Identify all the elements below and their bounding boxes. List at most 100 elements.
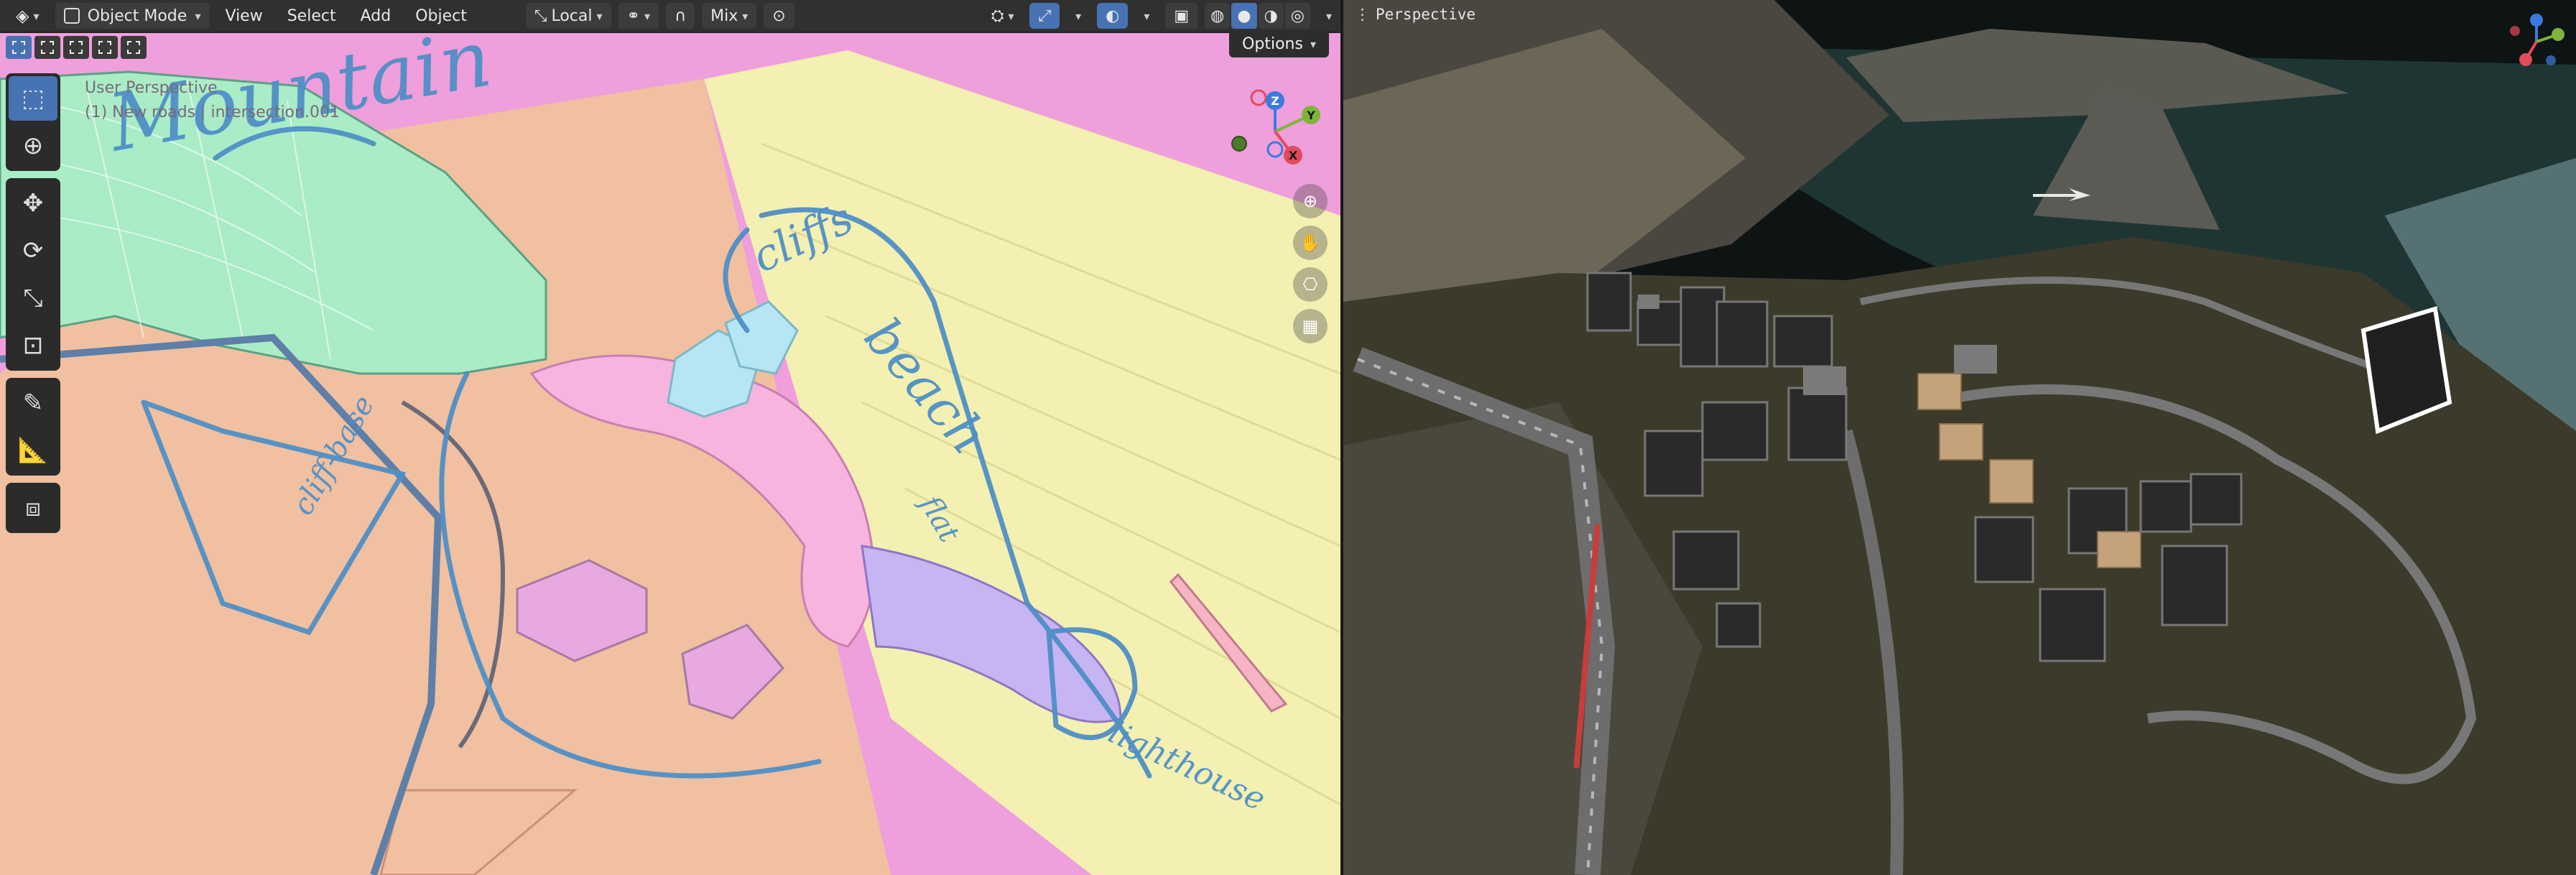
navigation-gizmo[interactable]: Z Y X: [1221, 85, 1329, 178]
viewport-nav-buttons: ⊕ ✋ ⎔ ▦: [1293, 184, 1328, 343]
menu-select[interactable]: Select: [279, 3, 345, 29]
active-object-info: (1) New roads | intersection.001: [85, 103, 340, 121]
pan-button[interactable]: ✋: [1293, 226, 1328, 260]
chevron-down-icon: ▾: [33, 9, 40, 23]
mode-label: Object Mode: [87, 6, 187, 25]
chevron-down-icon: ▾: [742, 9, 749, 23]
right-viewport[interactable]: ⋮ Perspective: [1343, 0, 2576, 875]
chevron-down-icon: ▾: [1310, 37, 1316, 51]
transform-icon: ⊡: [22, 331, 44, 360]
magnet-icon: ∩: [674, 6, 687, 25]
transform-orientation-dropdown[interactable]: ⤡ Local ▾: [525, 3, 611, 29]
zoom-icon: ⊕: [1302, 191, 1318, 211]
measure-tool[interactable]: 📐: [9, 428, 57, 473]
material-shading-button[interactable]: ◑: [1258, 3, 1284, 29]
mode-dropdown[interactable]: Object Mode ▾: [55, 3, 210, 29]
overlays-icon: ◐: [1106, 6, 1120, 25]
chevron-down-icon: ▾: [1325, 9, 1332, 23]
rotate-tool[interactable]: ⟳: [9, 228, 57, 273]
scale-tool[interactable]: ⤡: [9, 276, 57, 320]
axis-z-label: Z: [1271, 94, 1279, 108]
chevron-down-icon: ▾: [1075, 9, 1082, 23]
select-new-button[interactable]: [6, 36, 32, 59]
tool-settings-bar: [0, 33, 1340, 62]
visibility-icon: ⛭: [991, 6, 1004, 25]
proportional-icon: ⊙: [772, 6, 786, 25]
cursor-arrow-icon: ⬚: [21, 84, 45, 113]
menu-view[interactable]: View: [217, 3, 272, 29]
shading-modes: ◍ ● ◑ ◎: [1205, 3, 1310, 29]
menu-object[interactable]: Object: [407, 3, 476, 29]
solid-shading-button[interactable]: ●: [1231, 3, 1257, 29]
camera-view-button[interactable]: ⎔: [1293, 267, 1328, 302]
rendered-shading-button[interactable]: ◎: [1284, 3, 1310, 29]
annotate-tool[interactable]: ✎: [9, 381, 57, 425]
menu-dots-icon[interactable]: ⋮: [1355, 6, 1370, 23]
solid-icon: ●: [1237, 6, 1251, 25]
shading-dropdown[interactable]: ▾: [1317, 3, 1340, 29]
chevron-down-icon: ▾: [596, 9, 603, 23]
select-subtract-button[interactable]: [63, 36, 89, 59]
overlays-dropdown[interactable]: ▾: [1135, 3, 1158, 29]
left-viewport[interactable]: Mountain cliffs beach cliff-base flat li…: [0, 0, 1340, 875]
chevron-down-icon: ▾: [195, 9, 201, 23]
toolgroup-transform: ✥ ⟳ ⤡ ⊡: [6, 178, 60, 371]
cursor-tool[interactable]: ⊕: [9, 124, 57, 168]
move-icon: ✥: [22, 189, 44, 218]
select-box-tool[interactable]: ⬚: [9, 76, 57, 121]
select-invert-button[interactable]: [92, 36, 118, 59]
select-invert-icon: [98, 41, 111, 54]
editor-type-icon: ◈: [16, 6, 29, 26]
menu-add[interactable]: Add: [352, 3, 400, 29]
chevron-down-icon: ▾: [644, 9, 650, 23]
navigation-gizmo-right[interactable]: [2504, 13, 2569, 70]
snap-toggle[interactable]: ∩: [665, 3, 695, 29]
select-subtract-icon: [70, 41, 83, 54]
proportional-editing-toggle[interactable]: ⊙: [764, 3, 794, 29]
axis-x-label: X: [1289, 149, 1298, 162]
pivot-point-dropdown[interactable]: ⚭ ▾: [618, 3, 659, 29]
select-new-icon: [12, 41, 25, 54]
editor-type-button[interactable]: ◈ ▾: [7, 3, 48, 29]
chevron-down-icon: ▾: [1008, 9, 1014, 23]
xray-toggle[interactable]: ▣: [1165, 3, 1198, 29]
visibility-dropdown[interactable]: ⛭ ▾: [983, 3, 1023, 29]
perspective-toggle-button[interactable]: ▦: [1293, 309, 1328, 343]
select-extend-button[interactable]: [34, 36, 60, 59]
options-label: Options: [1242, 34, 1303, 53]
axis-y-label: Y: [1306, 108, 1315, 122]
orientation-icon: ⤡: [534, 6, 547, 25]
move-tool[interactable]: ✥: [9, 181, 57, 226]
xray-icon: ▣: [1174, 6, 1190, 25]
gizmo-icon: ⤢: [1038, 6, 1052, 25]
toolgroup-add: ⧈: [6, 483, 60, 533]
overlays-toggle[interactable]: ◐: [1097, 3, 1129, 29]
grid-icon: ▦: [1302, 316, 1319, 336]
material-icon: ◑: [1264, 6, 1278, 25]
rendered-icon: ◎: [1290, 6, 1305, 25]
toolbar: ⬚ ⊕ ✥ ⟳ ⤡ ⊡ ✎ 📐 ⧈: [6, 73, 60, 540]
zoom-button[interactable]: ⊕: [1293, 184, 1328, 218]
falloff-label: Mix: [710, 6, 738, 25]
select-extend-icon: [41, 41, 54, 54]
viewport-label: ⋮ Perspective: [1355, 6, 1475, 23]
select-intersect-button[interactable]: [121, 36, 147, 59]
transform-tool[interactable]: ⊡: [9, 323, 57, 368]
scale-icon: ⤡: [23, 284, 43, 312]
add-cube-tool[interactable]: ⧈: [9, 486, 57, 530]
object-mode-icon: [63, 8, 80, 24]
select-mode-group: [6, 36, 147, 59]
gizmo-toggle[interactable]: ⤢: [1029, 3, 1060, 29]
orientation-label: Local: [551, 6, 593, 25]
camera-icon: ⎔: [1302, 274, 1318, 295]
solid-scene-render: Mountain cliffs beach cliff-base flat li…: [0, 0, 1340, 875]
rotate-icon: ⟳: [22, 236, 44, 265]
wireframe-shading-button[interactable]: ◍: [1205, 3, 1231, 29]
crosshair-icon: ⊕: [22, 131, 44, 160]
proportional-editing-dropdown[interactable]: Mix ▾: [702, 3, 757, 29]
hand-icon: ✋: [1299, 233, 1321, 253]
options-dropdown[interactable]: Options ▾: [1229, 30, 1329, 57]
wireframe-icon: ◍: [1210, 6, 1225, 25]
toolgroup-select: ⬚ ⊕: [6, 73, 60, 171]
gizmo-dropdown[interactable]: ▾: [1067, 3, 1090, 29]
